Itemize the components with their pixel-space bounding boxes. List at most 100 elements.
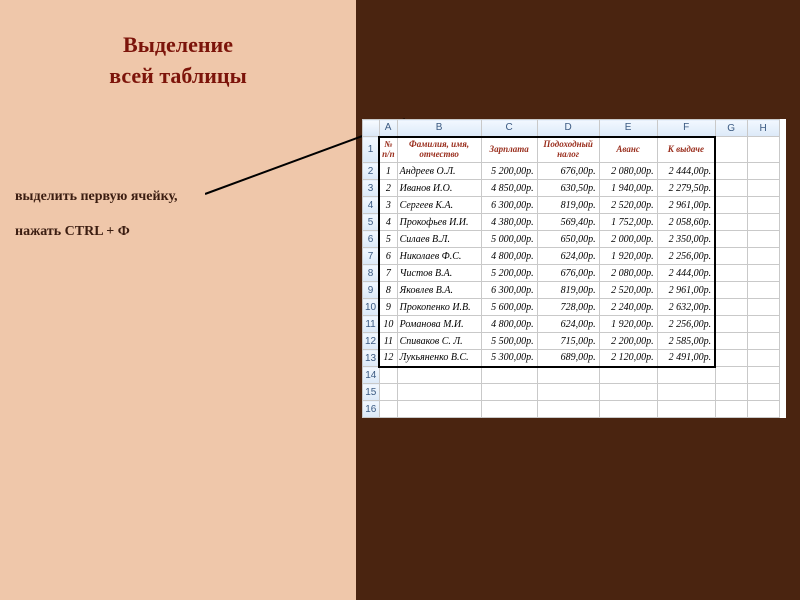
cell[interactable]: 7 [379, 265, 397, 282]
cell[interactable]: 624,00р. [537, 248, 599, 265]
cell[interactable]: Чистов В.А. [397, 265, 481, 282]
cell[interactable] [747, 197, 779, 214]
cell[interactable]: Романова М.И. [397, 316, 481, 333]
row-header[interactable]: 13 [363, 350, 380, 367]
cell[interactable]: 5 200,00р. [481, 163, 537, 180]
row-1[interactable]: 1 [363, 137, 380, 163]
cell[interactable] [715, 265, 747, 282]
cell[interactable]: Аванс [599, 137, 657, 163]
cell[interactable] [747, 316, 779, 333]
cell[interactable]: 1 920,00р. [599, 248, 657, 265]
cell[interactable]: 5 200,00р. [481, 265, 537, 282]
cell[interactable]: 2 444,00р. [657, 163, 715, 180]
cell[interactable]: 2 520,00р. [599, 197, 657, 214]
cell[interactable] [747, 214, 779, 231]
cell[interactable] [657, 384, 715, 401]
cell[interactable] [715, 180, 747, 197]
cell[interactable]: 11 [379, 333, 397, 350]
cell[interactable]: 2 491,00р. [657, 350, 715, 367]
cell[interactable]: Фамилия, имя, отчество [397, 137, 481, 163]
cell[interactable] [715, 401, 747, 418]
cell[interactable]: 819,00р. [537, 197, 599, 214]
cell[interactable]: 5 [379, 231, 397, 248]
cell[interactable]: 2 279,50р. [657, 180, 715, 197]
cell[interactable] [747, 299, 779, 316]
cell[interactable]: 569,40р. [537, 214, 599, 231]
cell[interactable]: Зарплата [481, 137, 537, 163]
cell[interactable] [397, 401, 481, 418]
cell[interactable] [747, 163, 779, 180]
row-header[interactable]: 4 [363, 197, 380, 214]
cell[interactable]: Подоходный налог [537, 137, 599, 163]
row-header[interactable]: 9 [363, 282, 380, 299]
cell[interactable] [481, 384, 537, 401]
row-header[interactable]: 5 [363, 214, 380, 231]
cell[interactable]: Силаев В.Л. [397, 231, 481, 248]
cell[interactable]: 676,00р. [537, 265, 599, 282]
cell[interactable] [537, 384, 599, 401]
cell[interactable] [481, 367, 537, 384]
cell[interactable]: Андреев О.Л. [397, 163, 481, 180]
cell[interactable] [397, 384, 481, 401]
row-header[interactable]: 15 [363, 384, 380, 401]
col-C[interactable]: C [481, 120, 537, 137]
cell[interactable]: 2 256,00р. [657, 316, 715, 333]
cell[interactable]: 2 961,00р. [657, 197, 715, 214]
cell[interactable] [747, 231, 779, 248]
cell[interactable]: 715,00р. [537, 333, 599, 350]
cell[interactable] [747, 248, 779, 265]
cell[interactable] [747, 333, 779, 350]
cell[interactable] [715, 299, 747, 316]
cell[interactable] [747, 137, 779, 163]
cell[interactable]: 2 585,00р. [657, 333, 715, 350]
cell[interactable] [715, 163, 747, 180]
cell[interactable]: Сергеев К.А. [397, 197, 481, 214]
cell[interactable]: 1 [379, 163, 397, 180]
cell[interactable]: 1 920,00р. [599, 316, 657, 333]
cell[interactable]: 2 632,00р. [657, 299, 715, 316]
col-B[interactable]: B [397, 120, 481, 137]
cell[interactable] [715, 197, 747, 214]
cell[interactable]: 1 940,00р. [599, 180, 657, 197]
col-D[interactable]: D [537, 120, 599, 137]
cell[interactable]: 2 240,00р. [599, 299, 657, 316]
cell[interactable]: 4 [379, 214, 397, 231]
cell[interactable]: 650,00р. [537, 231, 599, 248]
cell[interactable]: 5 600,00р. [481, 299, 537, 316]
cell[interactable]: 5 000,00р. [481, 231, 537, 248]
cell[interactable]: 4 850,00р. [481, 180, 537, 197]
cell[interactable] [747, 401, 779, 418]
cell[interactable]: К выдаче [657, 137, 715, 163]
col-H[interactable]: H [747, 120, 779, 137]
cell[interactable]: 2 256,00р. [657, 248, 715, 265]
cell[interactable] [715, 248, 747, 265]
cell[interactable]: 728,00р. [537, 299, 599, 316]
cell[interactable] [715, 231, 747, 248]
cell[interactable]: 9 [379, 299, 397, 316]
cell[interactable]: 10 [379, 316, 397, 333]
cell[interactable]: 4 800,00р. [481, 248, 537, 265]
cell[interactable]: 5 300,00р. [481, 350, 537, 367]
row-header[interactable]: 11 [363, 316, 380, 333]
col-G[interactable]: G [715, 120, 747, 137]
cell[interactable]: 12 [379, 350, 397, 367]
cell[interactable]: 2 444,00р. [657, 265, 715, 282]
cell[interactable] [747, 350, 779, 367]
cell[interactable]: Прокофьев И.И. [397, 214, 481, 231]
cell[interactable] [379, 401, 397, 418]
cell[interactable]: 2 200,00р. [599, 333, 657, 350]
row-header[interactable]: 7 [363, 248, 380, 265]
cell[interactable]: Спиваков С. Л. [397, 333, 481, 350]
row-header[interactable]: 3 [363, 180, 380, 197]
cell[interactable] [715, 282, 747, 299]
cell[interactable] [397, 367, 481, 384]
cell[interactable]: Прокопенко И.В. [397, 299, 481, 316]
cell[interactable] [715, 333, 747, 350]
cell[interactable] [715, 137, 747, 163]
row-header[interactable]: 16 [363, 401, 380, 418]
cell[interactable] [379, 384, 397, 401]
cell[interactable] [747, 180, 779, 197]
cell[interactable] [715, 384, 747, 401]
cell[interactable] [657, 367, 715, 384]
row-header[interactable]: 6 [363, 231, 380, 248]
